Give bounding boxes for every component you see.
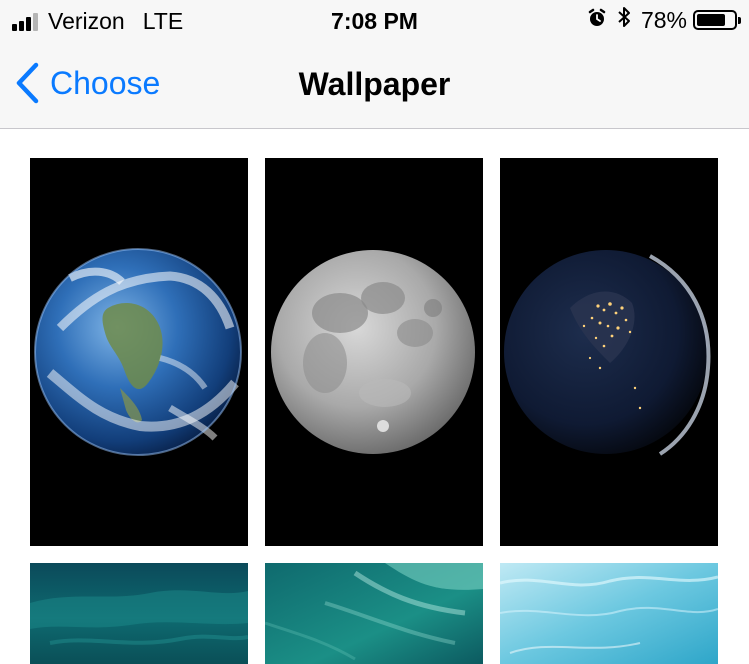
wallpaper-ocean-aerial-dark[interactable] (30, 563, 248, 664)
page-title: Wallpaper (298, 66, 451, 102)
status-bar: Verizon LTE 7:08 PM 78% (0, 0, 749, 40)
wallpaper-moon[interactable] (265, 158, 483, 546)
status-right: 78% (587, 6, 741, 34)
wallpaper-ocean-aerial-waves[interactable] (265, 563, 483, 664)
alarm-icon (587, 7, 607, 34)
bluetooth-icon (617, 6, 631, 34)
battery-icon (693, 10, 741, 30)
navigation-bar: Choose Wallpaper (0, 40, 749, 129)
wallpaper-ocean-aerial-light[interactable] (500, 563, 718, 664)
wallpaper-earth-night[interactable] (500, 158, 718, 546)
wallpaper-earth[interactable] (30, 158, 248, 546)
battery-percent: 78% (640, 6, 687, 33)
